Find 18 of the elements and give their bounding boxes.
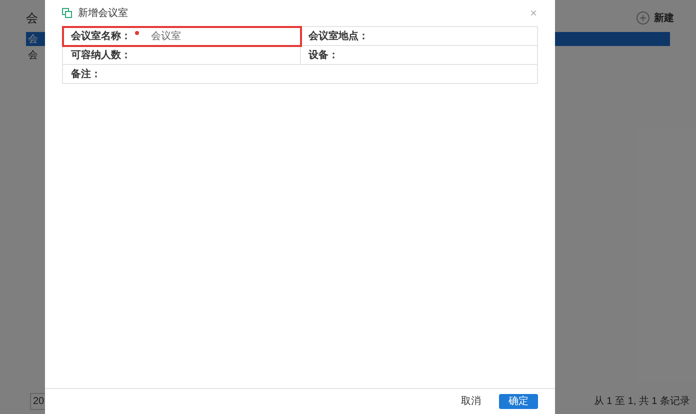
- pager-info: 从 1 至 1, 共 1 条记录: [594, 394, 690, 409]
- row-label: 会: [28, 49, 38, 63]
- field-value[interactable]: 会议室: [151, 28, 181, 44]
- new-button[interactable]: 新建: [636, 10, 674, 26]
- confirm-button[interactable]: 确定: [499, 394, 538, 409]
- field-label: 会议室名称：: [71, 29, 131, 44]
- field-label: 备注：: [71, 67, 101, 82]
- field-label: 会议室地点：: [308, 29, 368, 44]
- page-title: 会: [26, 10, 38, 27]
- close-button[interactable]: ×: [530, 7, 537, 19]
- header-label: 会: [28, 32, 38, 46]
- field-label: 设备：: [308, 48, 338, 62]
- field-label: 可容纳人数：: [71, 48, 131, 62]
- copy-icon: [62, 8, 72, 18]
- cancel-button[interactable]: 取消: [457, 394, 485, 409]
- plus-icon: [636, 11, 650, 25]
- dialog-title: 新增会议室: [78, 6, 128, 20]
- required-mark-icon: [135, 31, 139, 35]
